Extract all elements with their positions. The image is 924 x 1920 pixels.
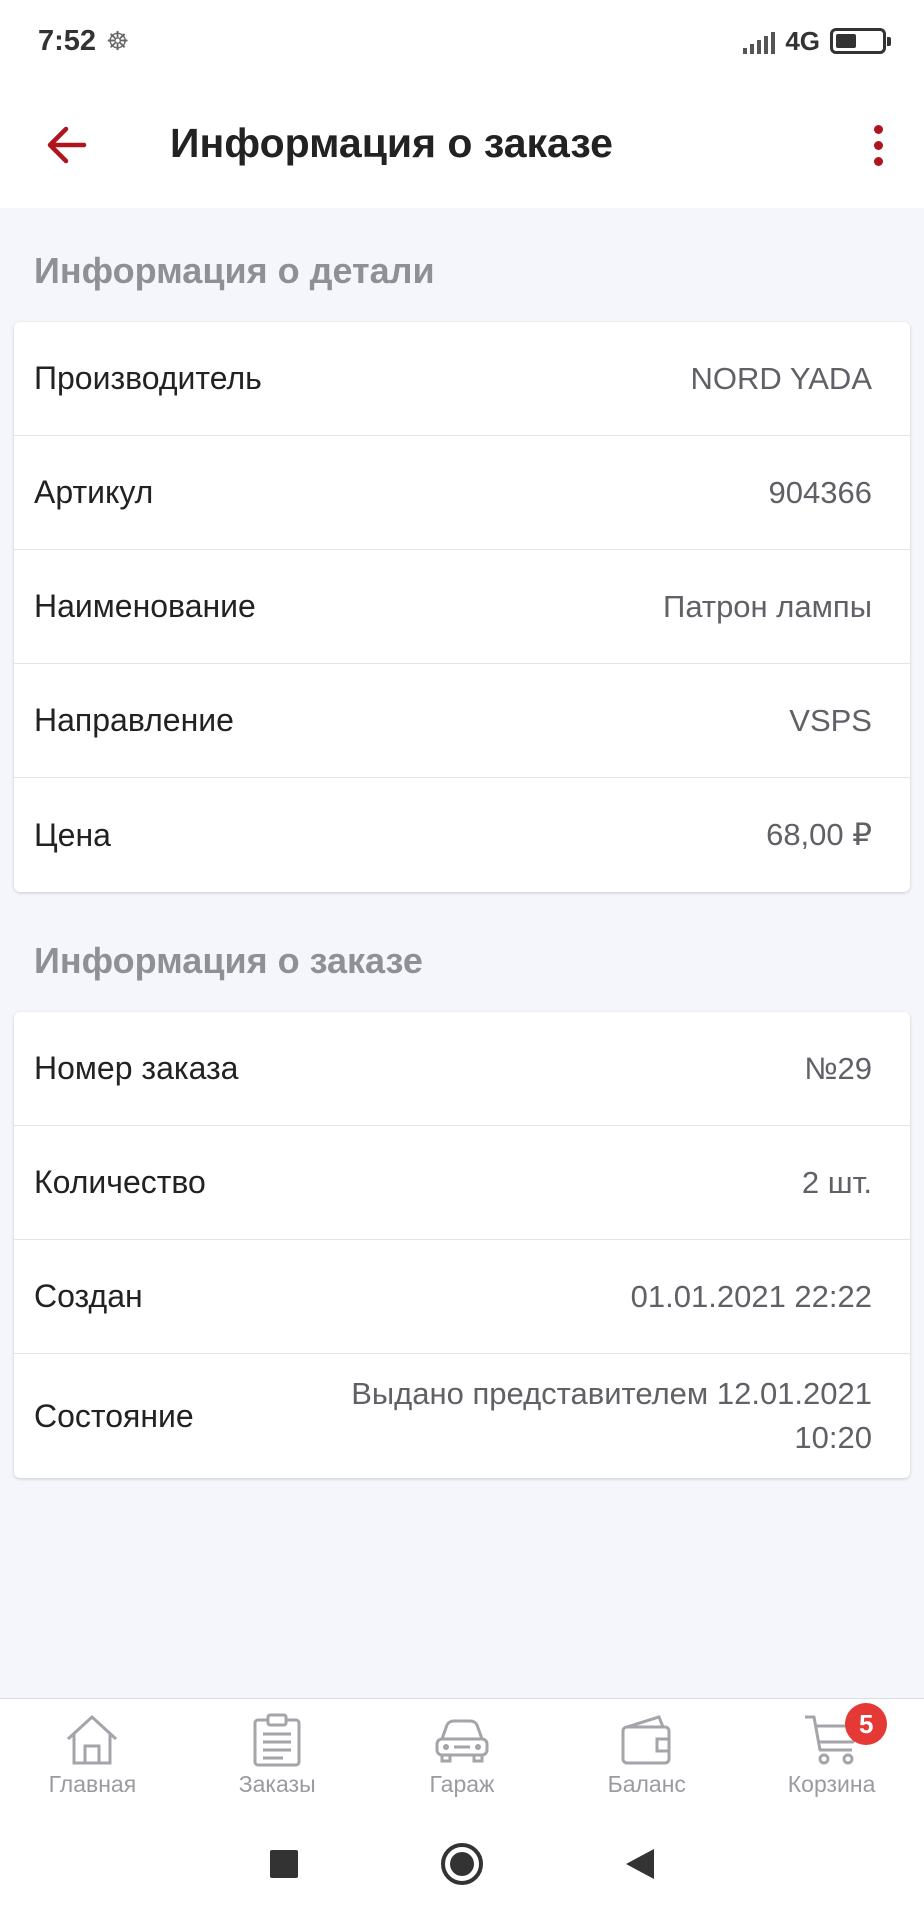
signal-icon — [743, 28, 776, 54]
network-type: 4G — [785, 25, 820, 56]
nav-item-orders[interactable]: Заказы — [185, 1699, 370, 1808]
row-label: Артикул — [34, 474, 154, 510]
row-name: Наименование Патрон лампы — [14, 550, 910, 664]
more-vert-icon — [873, 124, 883, 134]
nav-item-garage[interactable]: Гараж — [370, 1699, 555, 1808]
triangle-back-icon — [626, 1849, 654, 1879]
nav-item-balance[interactable]: Баланс — [554, 1699, 739, 1808]
nav-label: Заказы — [238, 1771, 316, 1797]
row-value: 904366 — [768, 474, 872, 510]
circle-icon — [441, 1843, 483, 1885]
row-value: NORD YADA — [690, 360, 872, 396]
home-system-button[interactable] — [438, 1840, 486, 1888]
row-value: 2 шт. — [801, 1164, 872, 1200]
clipboard-icon — [246, 1711, 308, 1769]
cart-count-badge: 5 — [845, 1703, 888, 1745]
bottom-nav: Главная Заказы Гараж Баланс Корзина 5 — [0, 1698, 924, 1808]
row-value: 01.01.2021 22:22 — [630, 1278, 872, 1314]
car-icon — [431, 1711, 493, 1769]
part-info-card: Производитель NORD YADA Артикул 904366 Н… — [14, 322, 910, 892]
status-time: 7:52 — [38, 24, 97, 57]
nav-label: Главная — [48, 1771, 137, 1797]
row-price: Цена 68,00 ₽ — [14, 778, 910, 892]
nav-label: Корзина — [787, 1771, 876, 1797]
row-article: Артикул 904366 — [14, 436, 910, 550]
row-label: Состояние — [34, 1397, 194, 1434]
row-order-number: Номер заказа №29 — [14, 1012, 910, 1126]
row-label: Номер заказа — [34, 1050, 239, 1086]
app-bar: Информация о заказе — [0, 82, 924, 208]
back-system-button[interactable] — [616, 1840, 664, 1888]
status-bar: 7:52 ☸ 4G — [0, 0, 924, 82]
row-created: Создан 01.01.2021 22:22 — [14, 1240, 910, 1354]
square-icon — [270, 1850, 298, 1878]
row-quantity: Количество 2 шт. — [14, 1126, 910, 1240]
battery-icon — [830, 28, 891, 54]
row-value: VSPS — [789, 702, 872, 738]
emblem-icon: ☸ — [106, 25, 130, 56]
back-button[interactable] — [36, 115, 96, 175]
row-value: Патрон лампы — [663, 588, 872, 624]
wallet-icon — [616, 1711, 678, 1769]
row-status: Состояние Выдано представителем 12.01.20… — [14, 1354, 910, 1478]
row-label: Производитель — [34, 360, 262, 396]
row-label: Количество — [34, 1164, 206, 1200]
page-title: Информация о заказе — [170, 120, 613, 166]
status-right: 4G — [743, 25, 891, 57]
nav-item-home[interactable]: Главная — [0, 1699, 185, 1808]
row-direction: Направление VSPS — [14, 664, 910, 778]
recents-button[interactable] — [260, 1840, 308, 1888]
order-info-card: Номер заказа №29 Количество 2 шт. Создан… — [14, 1012, 910, 1478]
system-nav-bar — [0, 1808, 924, 1920]
row-manufacturer: Производитель NORD YADA — [14, 322, 910, 436]
row-label: Направление — [34, 702, 234, 738]
row-label: Наименование — [34, 588, 256, 624]
row-label: Цена — [34, 816, 111, 853]
home-icon — [61, 1711, 123, 1769]
row-value: Выдано представителем 12.01.2021 10:20 — [351, 1376, 872, 1455]
part-section-title: Информация о детали — [34, 250, 435, 291]
order-section-title: Информация о заказе — [34, 940, 423, 981]
row-value: 68,00 ₽ — [766, 817, 872, 852]
row-value: №29 — [804, 1050, 872, 1086]
nav-label: Баланс — [607, 1771, 686, 1797]
status-left: 7:52 ☸ — [38, 25, 129, 58]
row-label: Создан — [34, 1278, 143, 1314]
nav-label: Гараж — [429, 1771, 495, 1797]
arrow-left-icon — [47, 126, 87, 164]
more-menu-button[interactable] — [848, 115, 908, 175]
nav-item-cart[interactable]: Корзина 5 — [739, 1699, 924, 1808]
